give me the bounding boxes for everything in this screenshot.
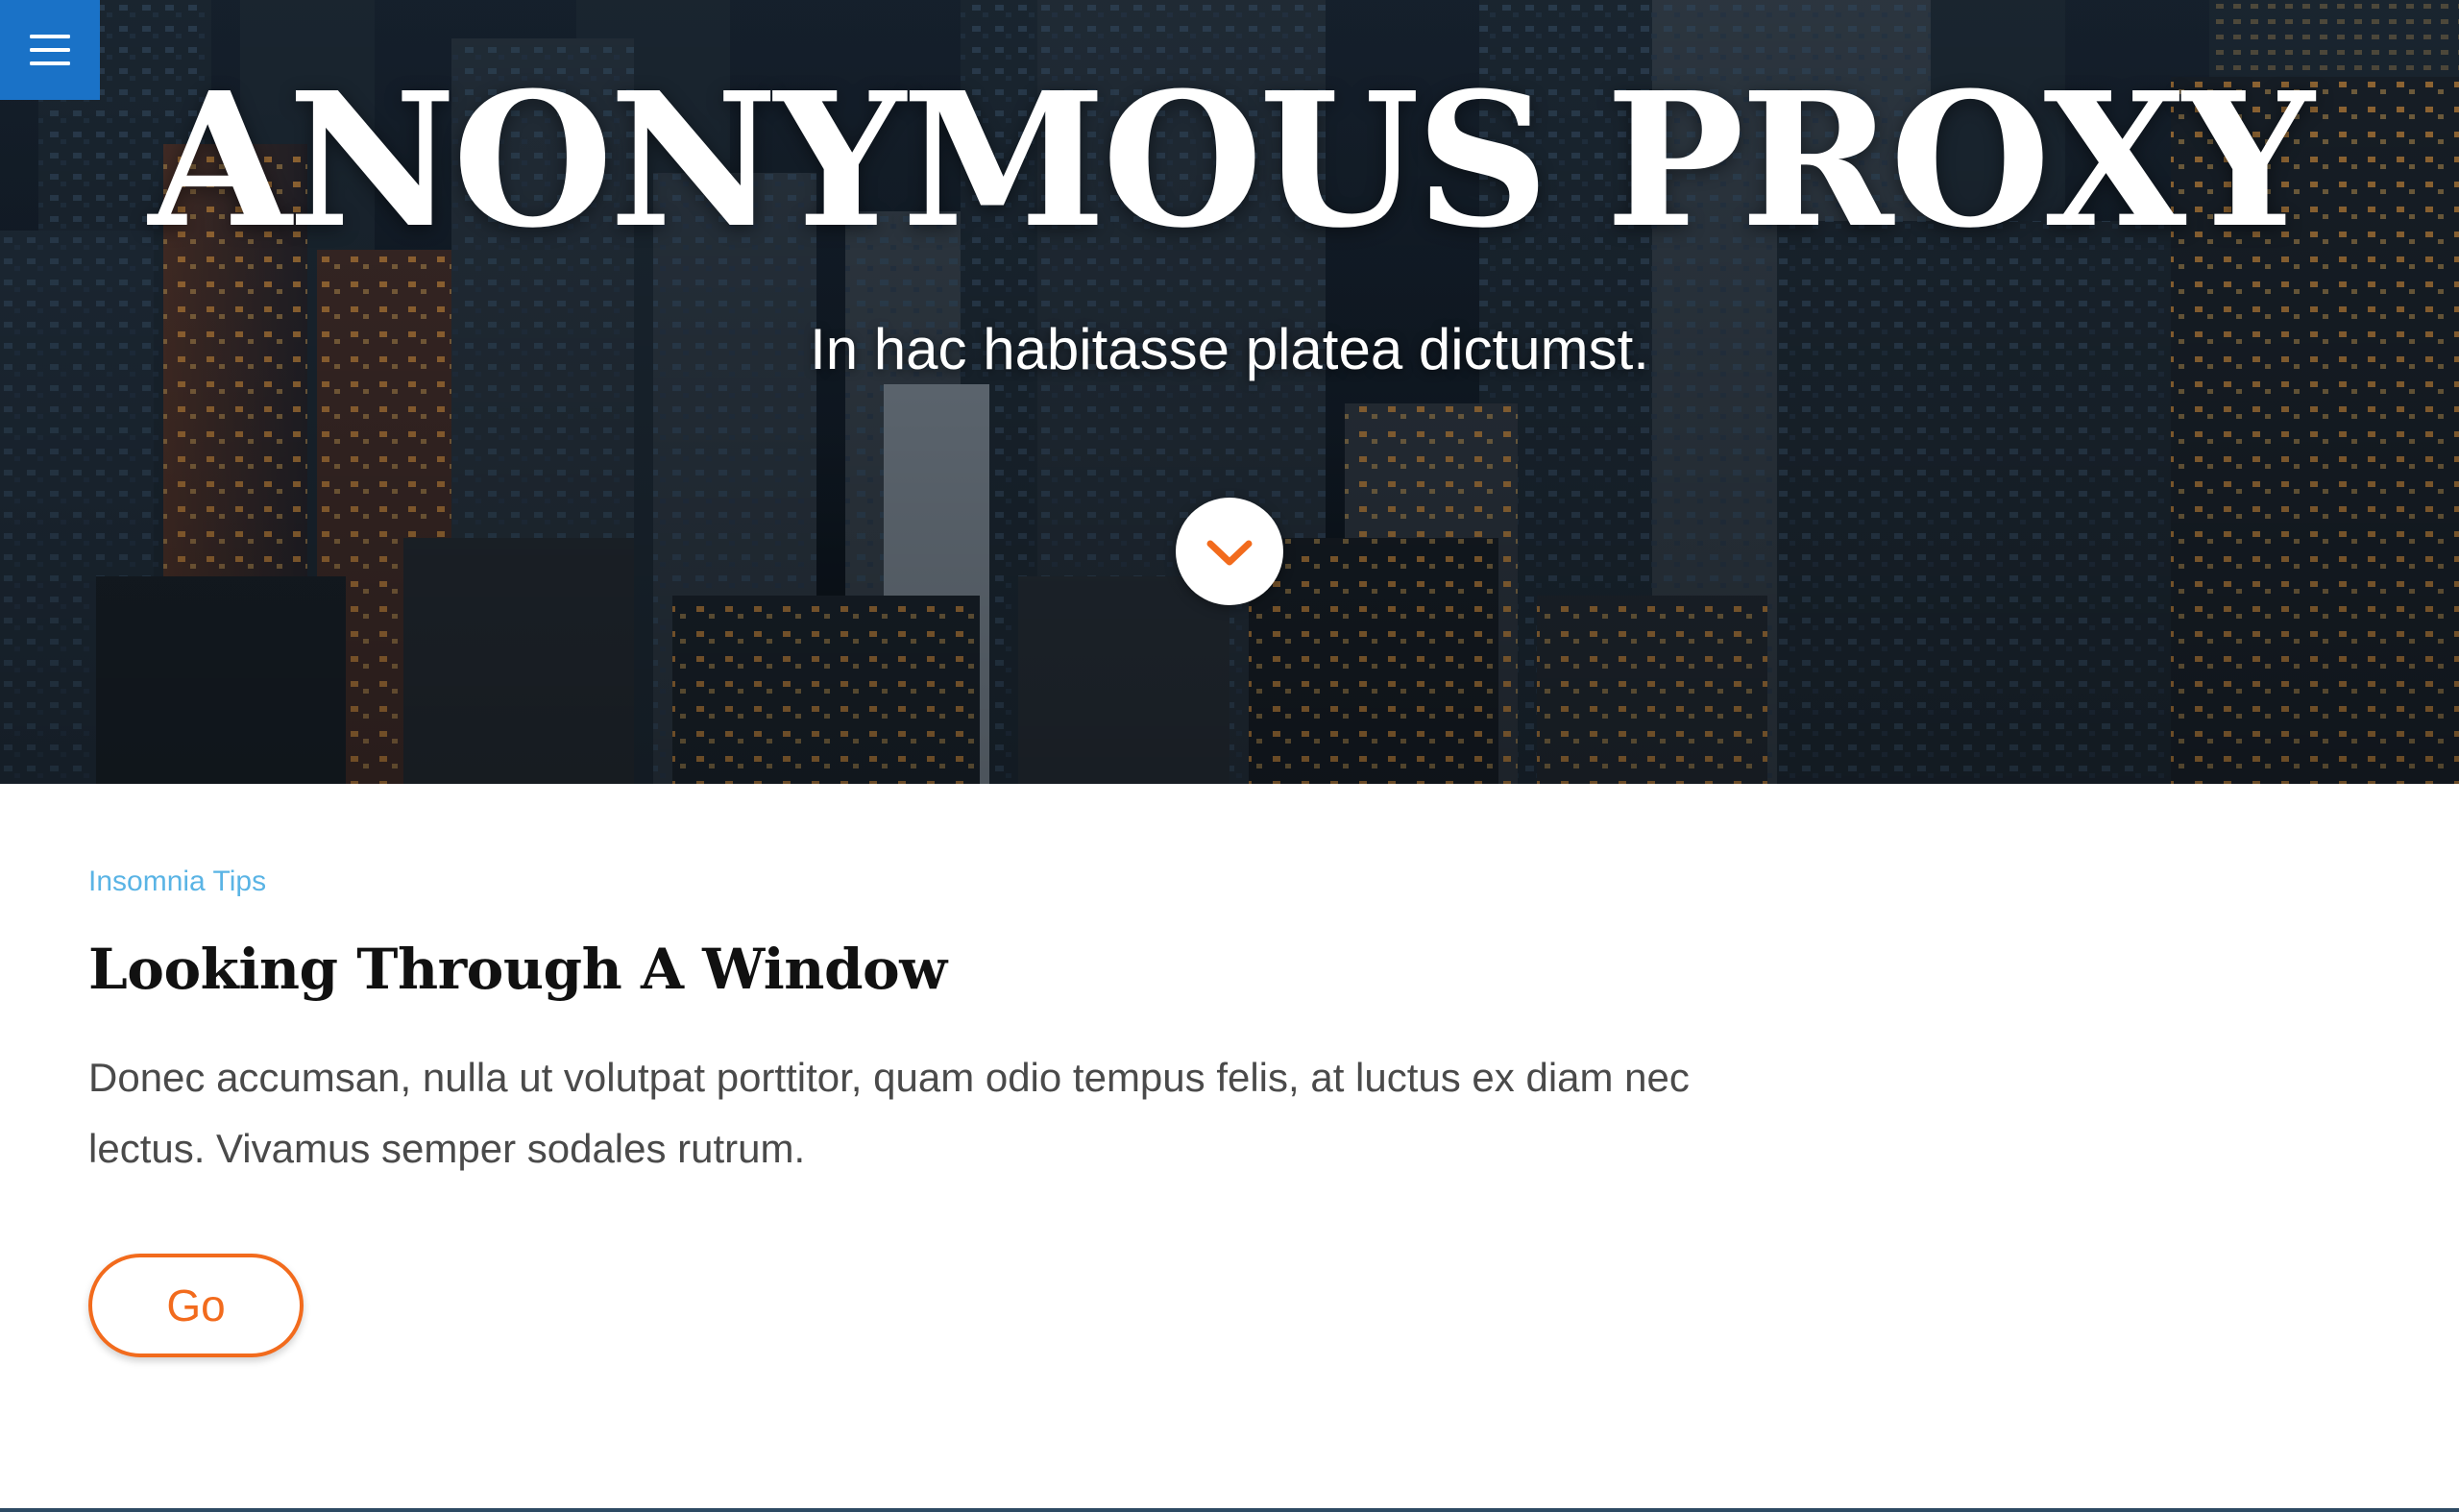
hamburger-menu-icon <box>30 35 70 65</box>
scroll-down-button[interactable] <box>1176 498 1283 605</box>
bottom-divider <box>0 1508 2459 1512</box>
article-category-link[interactable]: Insomnia Tips <box>88 865 266 899</box>
hero-title: ANONYMOUS PROXY <box>148 53 2315 269</box>
chevron-down-icon <box>1206 540 1253 566</box>
article-title: Looking Through A Window <box>88 937 947 1002</box>
go-button[interactable]: Go <box>88 1253 304 1357</box>
hero-subtitle: In hac habitasse platea dictumst. <box>810 317 1649 381</box>
hero-section: ANONYMOUS PROXY In hac habitasse platea … <box>0 0 2459 784</box>
article-excerpt: Donec accumsan, nulla ut volutpat portti… <box>88 1054 1690 1171</box>
article-card: Insomnia Tips Looking Through A Window D… <box>88 865 1779 1357</box>
menu-button[interactable] <box>0 0 100 100</box>
